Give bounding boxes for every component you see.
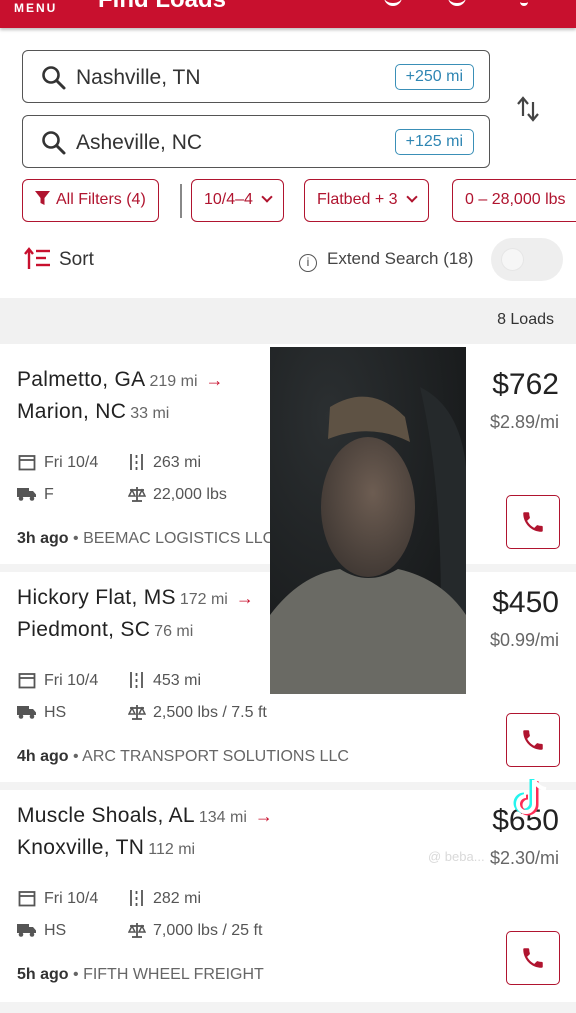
arrow-right-icon: →: [235, 588, 255, 608]
info-icon[interactable]: i: [299, 254, 317, 272]
call-button[interactable]: [506, 713, 560, 767]
sort-icon: [24, 247, 50, 269]
load-rate: $2.30/mi: [489, 848, 559, 868]
card-separator: [0, 782, 576, 790]
equipment-filter-label: Flatbed + 3: [317, 191, 398, 208]
load-price: $450: [492, 586, 559, 619]
arrow-right-icon: →: [254, 806, 274, 826]
load-rate: $2.89/mi: [489, 412, 559, 432]
watermark-text: @ beba...: [428, 849, 485, 864]
load-broker: ARC TRANSPORT SOLUTIONS LLC: [82, 748, 349, 765]
load-date: Fri 10/4: [44, 454, 99, 471]
load-age: 5h ago: [17, 966, 69, 983]
all-filters-label: All Filters (4): [56, 191, 146, 208]
person-video-frame: [270, 347, 466, 694]
call-button[interactable]: [506, 931, 560, 985]
arrow-right-icon: →: [205, 370, 224, 390]
load-broker: BEEMAC LOGISTICS LLC: [83, 530, 275, 547]
load-age: 4h ago: [17, 748, 69, 765]
load-rate: $0.99/mi: [489, 630, 559, 650]
load-weight: 7,000 lbs / 25 ft: [153, 922, 263, 939]
toggle-knob: [501, 248, 524, 271]
load-weight: 2,500 lbs / 7.5 ft: [153, 704, 267, 721]
calendar-icon: [18, 891, 36, 907]
weight-filter-button[interactable]: 0 – 28,000 lbs: [452, 179, 576, 222]
distance-icon: [130, 454, 143, 470]
search-icon: [42, 66, 66, 90]
tiktok-logo-icon: [513, 779, 547, 816]
extend-search: i Extend Search (18): [299, 249, 473, 272]
filter-divider: [180, 184, 182, 218]
load-destination: Marion, NC 33 mi: [17, 400, 170, 423]
menu-button[interactable]: MENU: [14, 1, 57, 15]
bell-icon[interactable]: [384, 0, 402, 6]
all-filters-button[interactable]: All Filters (4): [22, 179, 159, 222]
load-equipment: F: [44, 486, 54, 503]
extend-search-toggle[interactable]: [491, 238, 563, 281]
load-origin: Hickory Flat, MS 172 mi →: [17, 586, 255, 609]
load-distance: 263 mi: [153, 454, 202, 471]
origin-value[interactable]: Nashville, TN: [76, 66, 200, 90]
funnel-icon: [35, 191, 50, 205]
load-meta: 3h ago • BEEMAC LOGISTICS LLC: [17, 530, 275, 547]
load-meta: 4h ago • ARC TRANSPORT SOLUTIONS LLC: [17, 748, 349, 765]
load-distance: 453 mi: [153, 672, 202, 689]
call-button[interactable]: [506, 495, 560, 549]
destination-radius-button[interactable]: +125 mi: [394, 129, 474, 155]
load-broker: FIFTH WHEEL FREIGHT: [83, 966, 264, 983]
load-destination: Knoxville, TN 112 mi: [17, 836, 196, 859]
load-date: Fri 10/4: [44, 672, 99, 689]
chevron-down-icon: [261, 191, 273, 203]
load-price: $762: [492, 368, 559, 401]
sort-label: Sort: [59, 249, 94, 270]
calendar-icon: [18, 455, 36, 471]
load-origin: Muscle Shoals, AL 134 mi →: [17, 804, 274, 827]
card-separator: [0, 1002, 576, 1013]
load-equipment: HS: [44, 704, 67, 721]
scale-icon: [128, 923, 146, 938]
date-filter-button[interactable]: 10/4–4: [191, 179, 284, 222]
distance-icon: [130, 672, 143, 688]
load-weight: 22,000 lbs: [153, 486, 227, 503]
more-icon[interactable]: [520, 0, 528, 6]
load-date: Fri 10/4: [44, 890, 99, 907]
load-meta: 5h ago • FIFTH WHEEL FREIGHT: [17, 966, 264, 983]
load-card[interactable]: Muscle Shoals, AL 134 mi → Knoxville, TN 11…: [0, 790, 576, 1002]
page-title: Find Loads: [98, 0, 226, 14]
user-icon[interactable]: [448, 0, 466, 6]
origin-search-field[interactable]: Nashville, TN +250 mi: [22, 50, 490, 103]
truck-icon: [17, 488, 36, 501]
load-equipment: HS: [44, 922, 67, 939]
chevron-down-icon: [405, 191, 418, 203]
loads-count: 8 Loads: [497, 311, 554, 328]
load-age: 3h ago: [17, 530, 69, 547]
extend-search-label: Extend Search (18): [327, 249, 474, 268]
origin-radius-button[interactable]: +250 mi: [394, 64, 474, 90]
phone-icon: [523, 730, 543, 750]
phone-icon: [523, 512, 543, 532]
top-app-bar: MENU Find Loads: [0, 0, 576, 28]
search-icon: [42, 131, 66, 155]
date-filter-label: 10/4–4: [204, 191, 253, 208]
distance-icon: [130, 890, 143, 906]
results-count-bar: 8 Loads: [0, 298, 576, 344]
equipment-filter-button[interactable]: Flatbed + 3: [304, 179, 429, 222]
weight-filter-label: 0 – 28,000 lbs: [465, 191, 566, 208]
truck-icon: [17, 706, 36, 719]
destination-search-field[interactable]: Asheville, NC +125 mi: [22, 115, 490, 168]
scale-icon: [128, 705, 146, 720]
swap-icon[interactable]: [516, 96, 540, 122]
load-distance: 282 mi: [153, 890, 202, 907]
destination-value[interactable]: Asheville, NC: [76, 131, 202, 155]
calendar-icon: [18, 673, 36, 689]
phone-icon: [523, 948, 543, 968]
scale-icon: [128, 487, 146, 502]
truck-icon: [17, 924, 36, 937]
load-destination: Piedmont, SC 76 mi: [17, 618, 194, 641]
load-origin: Palmetto, GA 219 mi →: [17, 368, 224, 391]
video-overlay[interactable]: [270, 347, 466, 694]
